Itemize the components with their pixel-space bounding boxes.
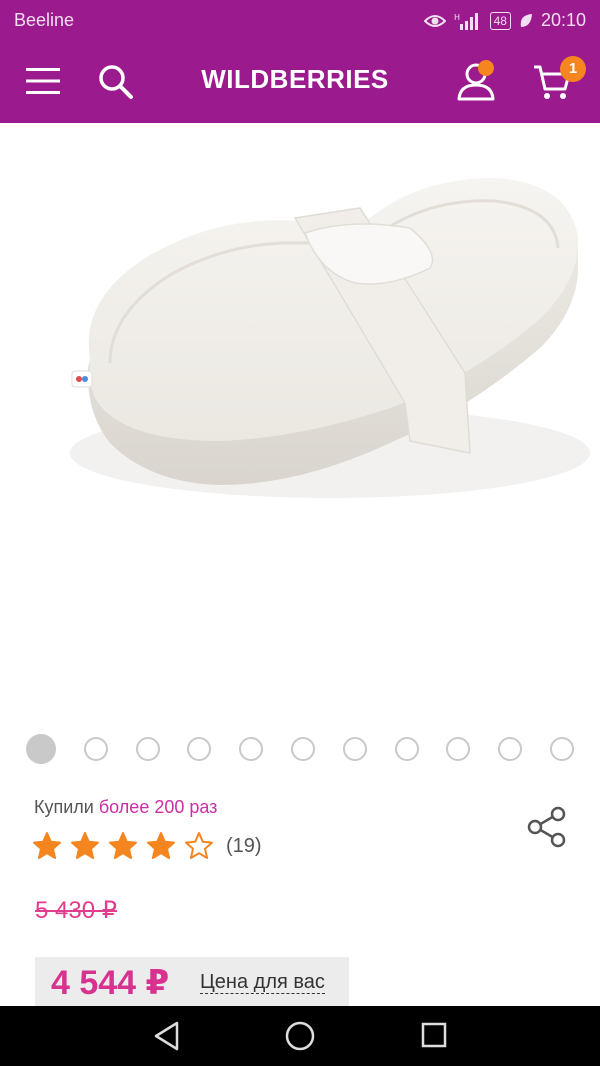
app-logo[interactable]: WILDBERRIES	[0, 64, 590, 95]
gallery-dot[interactable]	[498, 737, 523, 761]
home-icon[interactable]	[284, 1020, 316, 1052]
gallery-dot[interactable]	[135, 737, 160, 761]
gallery-dot[interactable]	[187, 737, 212, 761]
star-filled-icon	[33, 832, 61, 859]
product-rating[interactable]: (19)	[32, 830, 262, 862]
review-count[interactable]: (19)	[226, 835, 262, 858]
cart-count-badge: 1	[560, 56, 586, 82]
gallery-dot[interactable]	[394, 737, 419, 761]
gallery-pagination[interactable]	[26, 734, 574, 764]
status-bar: Beeline H 48 20:10	[0, 0, 600, 40]
gallery-dot[interactable]	[290, 737, 315, 761]
svg-text:H: H	[454, 13, 460, 22]
back-icon[interactable]	[152, 1020, 182, 1052]
signal-icon: H	[454, 12, 482, 30]
gallery-dot[interactable]	[549, 737, 574, 761]
gallery-dot[interactable]	[239, 737, 264, 761]
old-price: 5 430 ₽	[35, 897, 117, 924]
recents-icon[interactable]	[420, 1020, 448, 1050]
purchase-count-value: более 200 раз	[98, 797, 218, 817]
purchase-count: Купили более 200 раз	[34, 797, 217, 818]
share-icon[interactable]	[526, 806, 568, 853]
purchase-count-prefix: Купили	[34, 797, 94, 817]
price-box: 4 544 ₽ Цена для вас	[35, 957, 349, 1007]
system-nav-bar	[0, 1006, 600, 1066]
product-image[interactable]	[0, 123, 600, 723]
clock: 20:10	[540, 10, 586, 30]
carrier-name: Beeline	[14, 10, 75, 30]
price-for-you-link[interactable]: Цена для вас	[200, 971, 325, 994]
eye-icon	[423, 13, 446, 29]
gallery-dot[interactable]	[342, 737, 367, 761]
star-filled-icon	[147, 832, 175, 859]
baby-cocoon-mattress-image	[70, 178, 590, 498]
star-empty-icon	[185, 832, 213, 859]
leaf-icon	[519, 13, 533, 29]
star-filled-icon	[71, 832, 99, 859]
status-icons: H 48 20:10	[423, 10, 586, 31]
profile-notification-dot	[478, 60, 494, 76]
current-price: 4 544 ₽	[51, 964, 170, 1002]
gallery-dot[interactable]	[83, 737, 108, 761]
gallery-dot[interactable]	[446, 737, 471, 761]
battery-indicator: 48	[489, 11, 511, 30]
app-header: WILDBERRIES	[0, 40, 600, 123]
gallery-dot[interactable]	[26, 734, 56, 764]
star-filled-icon	[109, 832, 137, 859]
